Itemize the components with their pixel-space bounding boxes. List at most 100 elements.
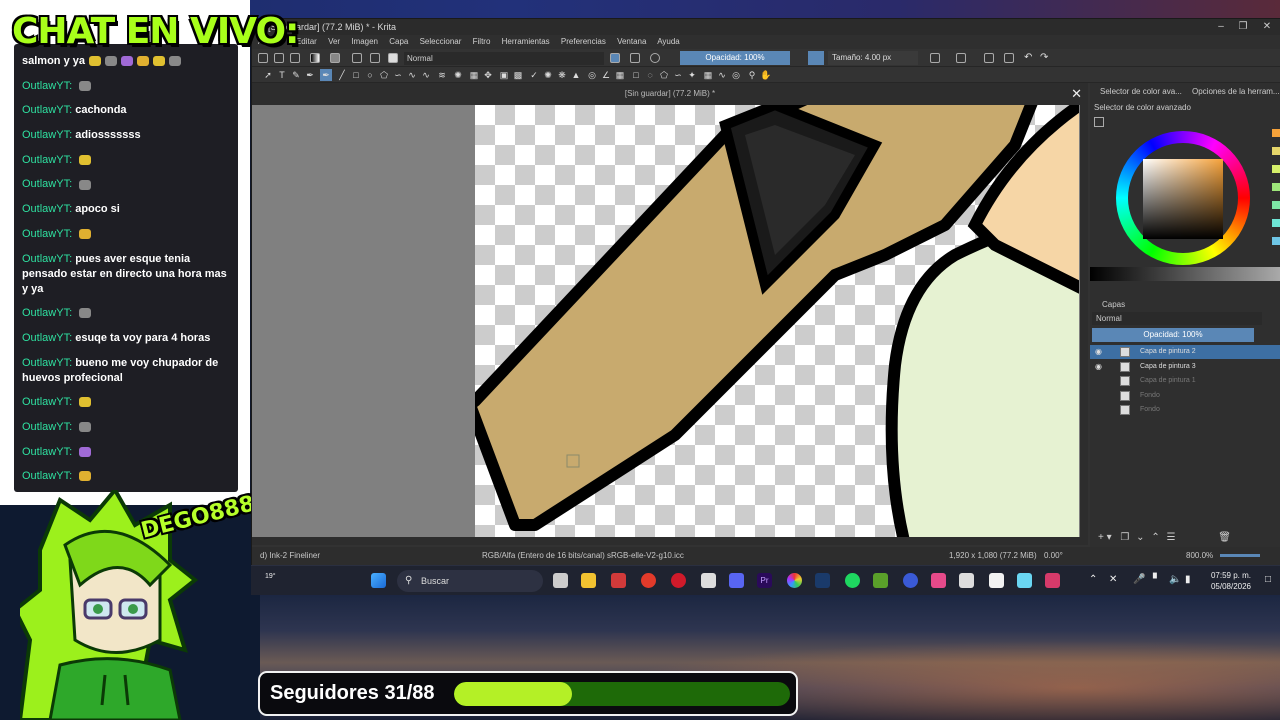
drawing-canvas[interactable] xyxy=(475,105,1079,537)
volume-icon[interactable]: 🔈 xyxy=(1169,574,1181,585)
bezier-select-icon[interactable]: ∿ xyxy=(716,69,728,81)
layer-properties-icon[interactable]: ☰ xyxy=(1167,532,1176,543)
layer-row[interactable]: Capa de pintura 1 xyxy=(1090,374,1280,388)
transform-tool-icon[interactable]: ▦ xyxy=(468,69,480,81)
smart-patch-icon[interactable]: ❋ xyxy=(556,69,568,81)
size-slider[interactable]: Tamaño: 4.00 px xyxy=(828,51,918,65)
layer-row[interactable]: Fondo xyxy=(1090,403,1280,417)
contiguous-select-icon[interactable]: ✦ xyxy=(686,69,698,81)
visibility-eye-icon[interactable]: ◉ xyxy=(1095,345,1102,359)
saturation-value-square[interactable] xyxy=(1143,159,1223,239)
app-icon[interactable] xyxy=(1017,573,1032,588)
fill-tool-icon[interactable]: ▲ xyxy=(570,69,582,81)
freehand-select-icon[interactable]: ∽ xyxy=(672,69,684,81)
redo-icon[interactable]: ↷ xyxy=(1040,53,1050,63)
magnetic-select-icon[interactable]: ◎ xyxy=(730,69,742,81)
menu-seleccionar[interactable]: Seleccionar xyxy=(420,37,462,46)
color-history-bar[interactable] xyxy=(1090,267,1280,281)
canvas-area[interactable] xyxy=(252,105,1088,537)
edit-shapes-icon[interactable]: ✎ xyxy=(290,69,302,81)
text-tool-icon[interactable]: T xyxy=(276,69,288,81)
battery-icon[interactable]: ▮ xyxy=(1185,574,1191,585)
menu-capa[interactable]: Capa xyxy=(389,37,408,46)
blend-mode-select[interactable]: Normal xyxy=(404,52,604,65)
spotify-icon[interactable] xyxy=(845,573,860,588)
menu-herramientas[interactable]: Herramientas xyxy=(502,37,550,46)
ellipse-select-icon[interactable]: ◌ xyxy=(644,69,656,81)
layer-row[interactable]: Fondo xyxy=(1090,389,1280,403)
steam-icon[interactable] xyxy=(815,573,830,588)
menu-ayuda[interactable]: Ayuda xyxy=(657,37,680,46)
close-window-button[interactable]: ✕ xyxy=(1256,19,1278,35)
brush-settings-icon[interactable] xyxy=(352,53,362,63)
wifi-icon[interactable]: ▘ xyxy=(1153,574,1161,585)
select-tool-icon[interactable]: ➚ xyxy=(262,69,274,81)
new-document-icon[interactable] xyxy=(258,53,268,63)
discord-icon[interactable] xyxy=(729,573,744,588)
swatch[interactable] xyxy=(1272,147,1280,155)
line-tool-icon[interactable]: ╱ xyxy=(336,69,348,81)
polygon-select-icon[interactable]: ⬠ xyxy=(658,69,670,81)
ellipse-tool-icon[interactable]: ○ xyxy=(364,69,376,81)
delete-layer-icon[interactable]: 🗑 xyxy=(1218,532,1231,543)
dynamic-brush-icon[interactable]: ≋ xyxy=(436,69,448,81)
reference-tool-icon[interactable]: ▦ xyxy=(614,69,626,81)
color-settings-icon[interactable] xyxy=(1094,117,1104,127)
task-view-icon[interactable] xyxy=(553,573,568,588)
move-down-icon[interactable]: ⌄ xyxy=(1136,532,1144,543)
weather-widget[interactable]: 19° xyxy=(265,573,276,580)
app-icon[interactable] xyxy=(701,573,716,588)
obs-icon[interactable] xyxy=(903,573,918,588)
horizontal-scrollbar[interactable] xyxy=(252,537,1088,545)
menu-imagen[interactable]: Imagen xyxy=(351,37,378,46)
brush-preset-name[interactable]: d) Ink-2 Fineliner xyxy=(260,547,320,565)
browser-icon[interactable] xyxy=(641,573,656,588)
eraser-mode-icon[interactable] xyxy=(610,53,620,63)
search-box[interactable]: ⚲ Buscar xyxy=(397,570,543,592)
pan-tool-icon[interactable]: ✋ xyxy=(760,69,772,81)
zoom-tool-icon[interactable]: ⚲ xyxy=(746,69,758,81)
menu-editar[interactable]: Editar xyxy=(296,37,317,46)
canvas-only-icon[interactable] xyxy=(1004,53,1014,63)
crop-tool-icon[interactable]: ▣ xyxy=(498,69,510,81)
swatch[interactable] xyxy=(1272,237,1280,245)
rectangle-tool-icon[interactable]: □ xyxy=(350,69,362,81)
swatch[interactable] xyxy=(1272,165,1280,173)
clock[interactable]: 07:59 p. m. 05/08/2026 xyxy=(1201,570,1261,592)
tray-icon[interactable]: ✕ xyxy=(1109,574,1117,585)
gradient-tool-icon[interactable]: ▩ xyxy=(512,69,524,81)
krita-taskbar-icon[interactable] xyxy=(787,573,802,588)
freehand-path-icon[interactable]: ∿ xyxy=(420,69,432,81)
pattern-icon[interactable] xyxy=(330,53,340,63)
move-up-icon[interactable]: ⌃ xyxy=(1151,532,1159,543)
brush-tool-icon[interactable]: ✒ xyxy=(320,69,332,81)
preserve-alpha-icon[interactable] xyxy=(630,53,640,63)
duplicate-layer-icon[interactable]: ❐ xyxy=(1120,532,1129,543)
tab-color-selector[interactable]: Selector de color ava... xyxy=(1100,87,1182,96)
tray-chevron-icon[interactable]: ⌃ xyxy=(1089,574,1097,585)
open-icon[interactable] xyxy=(274,53,284,63)
microphone-icon[interactable]: 🎤 xyxy=(1133,574,1145,585)
menu-filtro[interactable]: Filtro xyxy=(473,37,491,46)
swatch[interactable] xyxy=(1272,129,1280,137)
undo-icon[interactable]: ↶ xyxy=(1024,53,1034,63)
document-tab[interactable]: [Sin guardar] (77.2 MiB) * ✕ xyxy=(252,83,1088,105)
menu-ventana[interactable]: Ventana xyxy=(617,37,646,46)
swatch[interactable] xyxy=(1272,219,1280,227)
maximize-button[interactable]: ❐ xyxy=(1232,19,1254,35)
polygon-tool-icon[interactable]: ⬠ xyxy=(378,69,390,81)
measure-tool-icon[interactable]: ∠ xyxy=(600,69,612,81)
brush-presets-icon[interactable] xyxy=(370,53,380,63)
add-layer-icon[interactable]: + ▾ xyxy=(1098,532,1112,543)
layer-opacity-slider[interactable]: Opacidad: 100% xyxy=(1092,328,1254,342)
app-icon[interactable] xyxy=(611,573,626,588)
close-document-icon[interactable]: ✕ xyxy=(1071,83,1082,105)
menu-ver[interactable]: Ver xyxy=(328,37,340,46)
brush-preview-icon[interactable] xyxy=(388,53,398,63)
move-tool-icon[interactable]: ✥ xyxy=(482,69,494,81)
file-explorer-icon[interactable] xyxy=(581,573,596,588)
calligraphy-icon[interactable]: ✒ xyxy=(304,69,316,81)
app-icon[interactable] xyxy=(1045,573,1060,588)
rect-select-icon[interactable]: □ xyxy=(630,69,642,81)
zoom-level[interactable]: 800.0% xyxy=(1186,547,1213,565)
